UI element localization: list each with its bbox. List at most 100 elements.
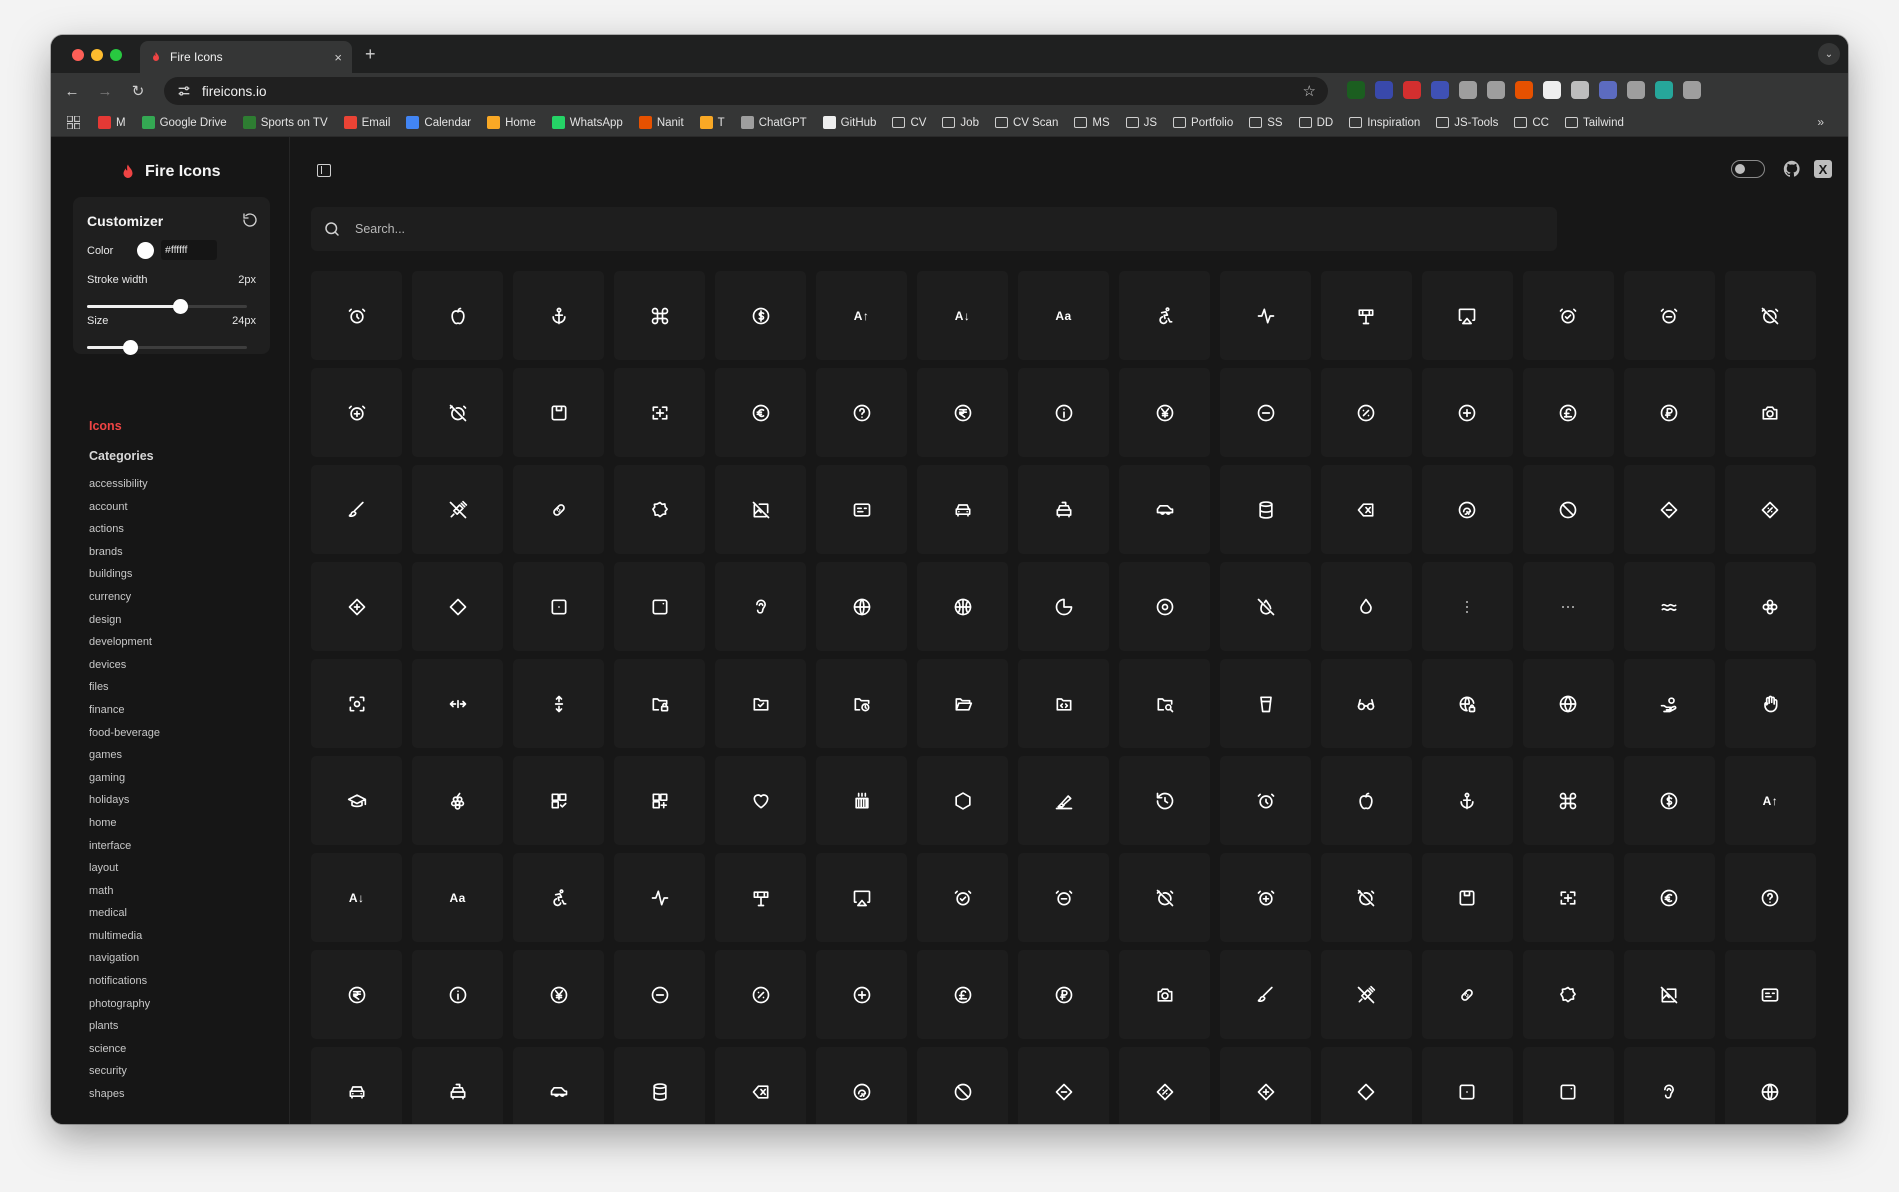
- icon-tile[interactable]: [916, 1047, 1009, 1124]
- size-thumb[interactable]: [123, 340, 139, 355]
- icon-tile[interactable]: [1017, 756, 1110, 845]
- reload-icon[interactable]: ↻: [129, 82, 147, 100]
- icon-tile[interactable]: [1724, 465, 1817, 554]
- icon-tile[interactable]: [1219, 368, 1312, 457]
- category-item[interactable]: development: [89, 635, 160, 658]
- extension-icon[interactable]: [1543, 81, 1561, 99]
- bookmark-sports-on-tv[interactable]: Sports on TV: [242, 116, 328, 129]
- category-item[interactable]: games: [89, 748, 160, 771]
- category-item[interactable]: security: [89, 1064, 160, 1087]
- icon-tile[interactable]: [714, 853, 807, 942]
- icon-tile[interactable]: [411, 659, 504, 748]
- search-input[interactable]: [355, 222, 1557, 236]
- icon-tile[interactable]: [1118, 465, 1211, 554]
- category-item[interactable]: devices: [89, 658, 160, 681]
- icon-tile[interactable]: Aa: [1017, 271, 1110, 360]
- icon-tile[interactable]: [613, 950, 706, 1039]
- icon-tile[interactable]: [916, 465, 1009, 554]
- extension-icon[interactable]: [1627, 81, 1645, 99]
- icon-tile[interactable]: [1118, 853, 1211, 942]
- icon-tile[interactable]: [1118, 950, 1211, 1039]
- bookmark-dd[interactable]: DD: [1298, 117, 1333, 129]
- icon-tile[interactable]: [311, 465, 403, 554]
- icon-tile[interactable]: [815, 853, 908, 942]
- icon-tile[interactable]: [714, 756, 807, 845]
- icon-tile[interactable]: [1522, 950, 1615, 1039]
- size-slider[interactable]: [87, 340, 247, 355]
- close-window-button[interactable]: [72, 49, 84, 61]
- icon-tile[interactable]: [1522, 368, 1615, 457]
- icon-tile[interactable]: [1320, 465, 1413, 554]
- icon-tile[interactable]: [714, 659, 807, 748]
- icon-tile[interactable]: [1522, 1047, 1615, 1124]
- extension-icon[interactable]: [1459, 81, 1477, 99]
- icon-tile[interactable]: [815, 950, 908, 1039]
- more-bookmarks-icon[interactable]: »: [1817, 115, 1824, 129]
- icon-tile[interactable]: [512, 756, 605, 845]
- icon-tile[interactable]: [1623, 1047, 1716, 1124]
- extension-icon[interactable]: [1515, 81, 1533, 99]
- icon-tile[interactable]: [1724, 562, 1817, 651]
- icon-tile[interactable]: [411, 1047, 504, 1124]
- icon-tile[interactable]: [714, 950, 807, 1039]
- icon-tile[interactable]: [1724, 1047, 1817, 1124]
- icon-tile[interactable]: [1623, 562, 1716, 651]
- icon-tile[interactable]: [714, 562, 807, 651]
- icon-tile[interactable]: [1522, 562, 1615, 651]
- bookmark-js[interactable]: JS: [1125, 117, 1157, 129]
- nav-icons-link[interactable]: Icons: [89, 419, 122, 433]
- icon-tile[interactable]: [1320, 659, 1413, 748]
- zoom-window-button[interactable]: [110, 49, 122, 61]
- forward-arrow-icon[interactable]: →: [96, 82, 114, 100]
- extension-icon[interactable]: [1487, 81, 1505, 99]
- icon-tile[interactable]: [815, 368, 908, 457]
- icon-tile[interactable]: [613, 756, 706, 845]
- icon-tile[interactable]: [311, 756, 403, 845]
- bookmark-whatsapp[interactable]: WhatsApp: [551, 116, 623, 129]
- icon-tile[interactable]: [512, 950, 605, 1039]
- icon-tile[interactable]: [815, 659, 908, 748]
- category-item[interactable]: science: [89, 1042, 160, 1065]
- icon-tile[interactable]: [1219, 271, 1312, 360]
- category-item[interactable]: design: [89, 613, 160, 636]
- bookmark-chatgpt[interactable]: ChatGPT: [740, 116, 807, 129]
- icon-tile[interactable]: [916, 853, 1009, 942]
- stroke-width-slider[interactable]: [87, 299, 247, 314]
- icon-tile[interactable]: [311, 659, 403, 748]
- icon-tile[interactable]: [1724, 853, 1817, 942]
- category-item[interactable]: actions: [89, 522, 160, 545]
- bookmark-t[interactable]: T: [699, 116, 725, 129]
- icon-tile[interactable]: [1320, 368, 1413, 457]
- icon-tile[interactable]: [916, 562, 1009, 651]
- icon-tile[interactable]: A↑: [815, 271, 908, 360]
- url-text[interactable]: fireicons.io: [202, 84, 1303, 99]
- icon-tile[interactable]: [1320, 950, 1413, 1039]
- bookmark-home[interactable]: Home: [487, 116, 536, 129]
- apps-grid-icon[interactable]: [67, 116, 80, 129]
- icon-tile[interactable]: [916, 950, 1009, 1039]
- new-tab-button[interactable]: +: [365, 44, 376, 65]
- icon-tile[interactable]: [1522, 756, 1615, 845]
- category-item[interactable]: files: [89, 680, 160, 703]
- icon-tile[interactable]: [1219, 950, 1312, 1039]
- icon-tile[interactable]: [1219, 1047, 1312, 1124]
- color-hex-input[interactable]: [161, 240, 217, 260]
- icon-tile[interactable]: [311, 271, 403, 360]
- bookmark-m[interactable]: M: [98, 116, 126, 129]
- icon-tile[interactable]: [1017, 562, 1110, 651]
- icon-tile[interactable]: [411, 271, 504, 360]
- category-item[interactable]: photography: [89, 997, 160, 1020]
- sidebar-toggle-icon[interactable]: [317, 164, 331, 177]
- category-item[interactable]: notifications: [89, 974, 160, 997]
- icon-tile[interactable]: [1623, 756, 1716, 845]
- icon-tile[interactable]: [1017, 465, 1110, 554]
- icon-tile[interactable]: [1421, 465, 1514, 554]
- icon-tile[interactable]: [311, 950, 403, 1039]
- icon-tile[interactable]: A↑: [1724, 756, 1817, 845]
- bookmark-star-icon[interactable]: ☆: [1303, 82, 1316, 100]
- icon-tile[interactable]: [714, 368, 807, 457]
- icon-tile[interactable]: [1118, 1047, 1211, 1124]
- icon-tile[interactable]: [815, 562, 908, 651]
- icon-tile[interactable]: [512, 1047, 605, 1124]
- icon-tile[interactable]: [512, 562, 605, 651]
